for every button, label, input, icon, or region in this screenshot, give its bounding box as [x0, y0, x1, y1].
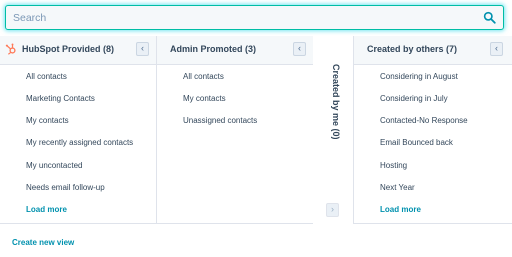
list-item[interactable]: Contacted-No Response [380, 116, 468, 125]
list-item[interactable]: My contacts [26, 116, 69, 125]
list-item[interactable]: Next Year [380, 183, 415, 192]
search-box[interactable] [5, 5, 504, 30]
search-icon[interactable] [483, 11, 496, 24]
column-created-by-others: Created by others (7) ‹ Considering in A… [354, 36, 512, 224]
list-item[interactable]: Email Bounced back [380, 138, 453, 147]
column-created-by-me-collapsed[interactable]: Created by me (0) › [313, 36, 353, 224]
list-item[interactable]: Hosting [380, 161, 407, 170]
load-more-link[interactable]: Load more [380, 205, 421, 214]
list-item[interactable]: My contacts [183, 94, 226, 103]
expand-button[interactable]: › [326, 203, 339, 217]
collapse-button[interactable]: ‹ [136, 42, 149, 56]
list-item[interactable]: Considering in August [380, 72, 458, 81]
list-item[interactable]: All contacts [183, 72, 224, 81]
list-item[interactable]: My recently assigned contacts [26, 138, 133, 147]
list-item[interactable]: Needs email follow-up [26, 183, 105, 192]
collapse-button[interactable]: ‹ [490, 42, 503, 56]
column-hubspot-provided: HubSpot Provided (8) ‹ All contacts Mark… [0, 36, 156, 224]
column-title: Created by me (0) [331, 64, 341, 140]
list-item[interactable]: Considering in July [380, 94, 448, 103]
column-header: HubSpot Provided (8) ‹ [0, 36, 156, 65]
column-title: HubSpot Provided (8) [22, 44, 114, 54]
column-header: Created by others (7) ‹ [354, 36, 512, 65]
list-item[interactable]: Marketing Contacts [26, 94, 95, 103]
column-title: Admin Promoted (3) [170, 44, 257, 54]
column-admin-promoted: Admin Promoted (3) ‹ All contacts My con… [157, 36, 313, 224]
column-title: Created by others (7) [367, 44, 458, 54]
views-columns: HubSpot Provided (8) ‹ All contacts Mark… [0, 36, 512, 224]
load-more-link[interactable]: Load more [26, 205, 67, 214]
list-item[interactable]: Unassigned contacts [183, 116, 257, 125]
list-item[interactable]: My uncontacted [26, 161, 82, 170]
collapse-button[interactable]: ‹ [293, 42, 306, 56]
hubspot-sprocket-icon [5, 43, 16, 55]
column-header: Admin Promoted (3) ‹ [157, 36, 313, 65]
create-new-view-link[interactable]: Create new view [12, 238, 74, 247]
search-input[interactable] [6, 6, 503, 29]
list-item[interactable]: All contacts [26, 72, 67, 81]
